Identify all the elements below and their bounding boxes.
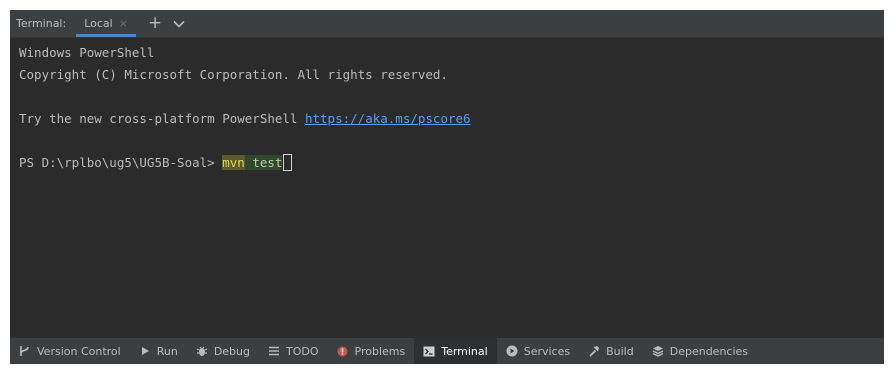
add-tab-icon[interactable]: + [148,15,162,32]
text-cursor [283,154,293,171]
tool-window-problems[interactable]: Problems [328,338,415,364]
tool-window-version-control[interactable]: Version Control [10,338,130,364]
tool-window-dependencies[interactable]: Dependencies [643,338,757,364]
terminal-output[interactable]: Windows PowerShell Copyright (C) Microso… [10,38,884,342]
terminal-icon [423,345,435,357]
tool-window-bar: Version Control Run Debug TODO Problems [10,337,884,364]
close-icon[interactable]: × [119,17,128,30]
terminal-tab-bar-title: Terminal: [16,17,67,30]
services-icon [506,345,518,357]
tab-local-label: Local [84,17,113,30]
tool-window-debug[interactable]: Debug [187,338,259,364]
todo-icon [268,345,280,357]
tool-window-label: Dependencies [669,344,749,358]
command-argument: test [252,155,283,170]
tool-window-run[interactable]: Run [130,338,187,364]
tool-window-label: Terminal [441,344,488,358]
tool-window-terminal[interactable]: Terminal [414,338,497,364]
terminal-line: Copyright (C) Microsoft Corporation. All… [19,67,448,82]
tool-window-build[interactable]: Build [579,338,643,364]
tool-window-label: Build [606,344,634,358]
tab-local[interactable]: Local × [76,10,136,37]
pscore-link[interactable]: https://aka.ms/pscore6 [305,111,471,126]
terminal-line-text: Try the new cross-platform PowerShell [19,111,305,126]
terminal-line: Try the new cross-platform PowerShell ht… [19,108,884,130]
chevron-down-icon[interactable] [172,17,186,31]
tool-window-label: Version Control [37,344,121,358]
tool-window-label: Services [523,344,571,358]
run-icon [139,345,151,357]
command-keyword: mvn [222,155,245,170]
tool-window-label: Debug [213,344,250,358]
terminal-line: Windows PowerShell [19,45,155,60]
tool-window-label: Run [156,344,178,358]
tool-window-label: TODO [286,344,319,358]
terminal-window: Terminal: Local × + Windows PowerShell C… [10,10,884,364]
version-control-icon [19,345,31,357]
tool-window-services[interactable]: Services [497,338,579,364]
tool-window-label: Problems [354,344,406,358]
build-icon [588,345,600,357]
prompt: PS D:\rplbo\ug5\UG5B-Soal> [19,155,223,170]
tool-window-todo[interactable]: TODO [259,338,328,364]
debug-icon [196,345,208,357]
problems-icon [337,345,349,357]
dependencies-icon [652,345,664,357]
terminal-tab-bar: Terminal: Local × + [10,10,884,38]
command-line[interactable]: PS D:\rplbo\ug5\UG5B-Soal> mvn test [19,152,884,174]
